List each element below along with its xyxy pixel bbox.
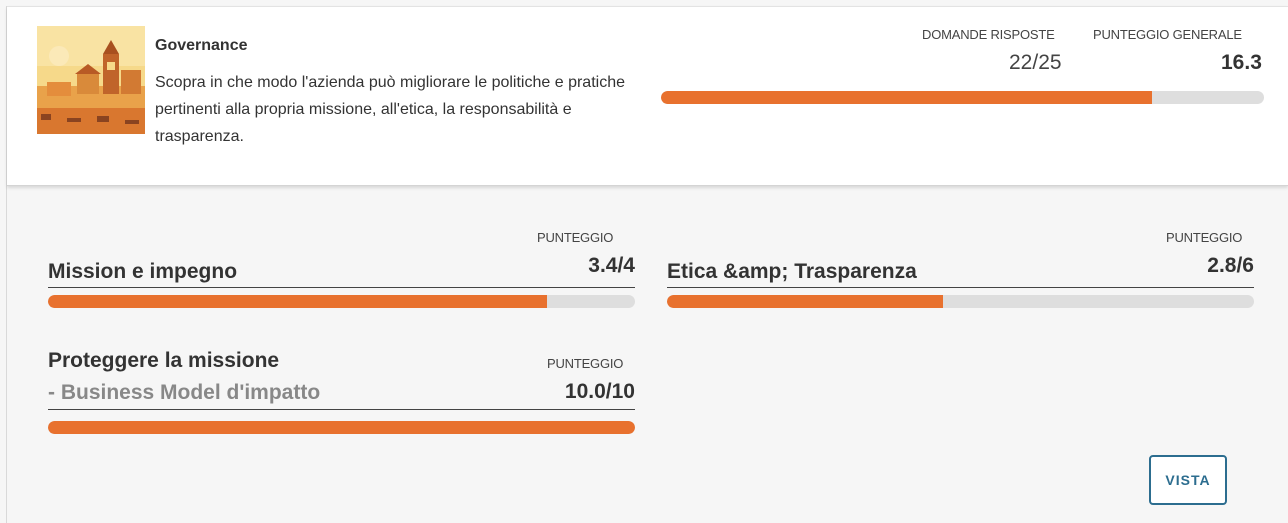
questions-label: DOMANDE RISPOSTE — [922, 27, 1055, 42]
governance-header: Governance Scopra in che modo l'azienda … — [7, 6, 1288, 186]
section-1-score: 3.4/4 — [588, 254, 635, 277]
overall-progress-bar — [661, 91, 1264, 104]
section-3-progress-fill — [48, 421, 635, 434]
section-3-name: Proteggere la missione — [48, 349, 280, 372]
section-2-progress-bar — [667, 295, 1254, 308]
overall-score-value: 16.3 — [1221, 51, 1262, 74]
section-1-name: Mission e impegno — [48, 260, 238, 283]
section-1-score-label: PUNTEGGIO — [537, 230, 614, 245]
governance-card: Governance Scopra in che modo l'azienda … — [6, 6, 1288, 523]
section-2-divider — [667, 287, 1254, 288]
overall-progress-fill — [661, 91, 1153, 104]
section-3-divider — [48, 409, 635, 410]
section-2-score-label: PUNTEGGIO — [1166, 230, 1243, 245]
header-description: Scopra in che modo l'azienda può miglior… — [155, 74, 625, 145]
section-1-divider — [48, 287, 635, 288]
header-title: Governance — [155, 37, 248, 54]
section-1-progress-fill — [48, 295, 547, 308]
section-3-score-label: PUNTEGGIO — [547, 356, 624, 371]
section-3-name-subtitle: - Business Model d'impatto — [48, 381, 321, 404]
section-2-progress-fill — [667, 295, 943, 308]
governance-image — [37, 26, 145, 134]
section-2-score: 2.8/6 — [1207, 254, 1254, 277]
overall-score-label: PUNTEGGIO GENERALE — [1093, 27, 1242, 42]
section-2-name: Etica &amp; Trasparenza — [667, 260, 917, 283]
section-1-progress-bar — [48, 295, 635, 308]
view-button[interactable]: VISTA — [1149, 455, 1227, 505]
section-3-score: 10.0/10 — [564, 380, 635, 403]
section-3-progress-bar — [48, 421, 635, 434]
questions-value: 22/25 — [1009, 51, 1062, 74]
